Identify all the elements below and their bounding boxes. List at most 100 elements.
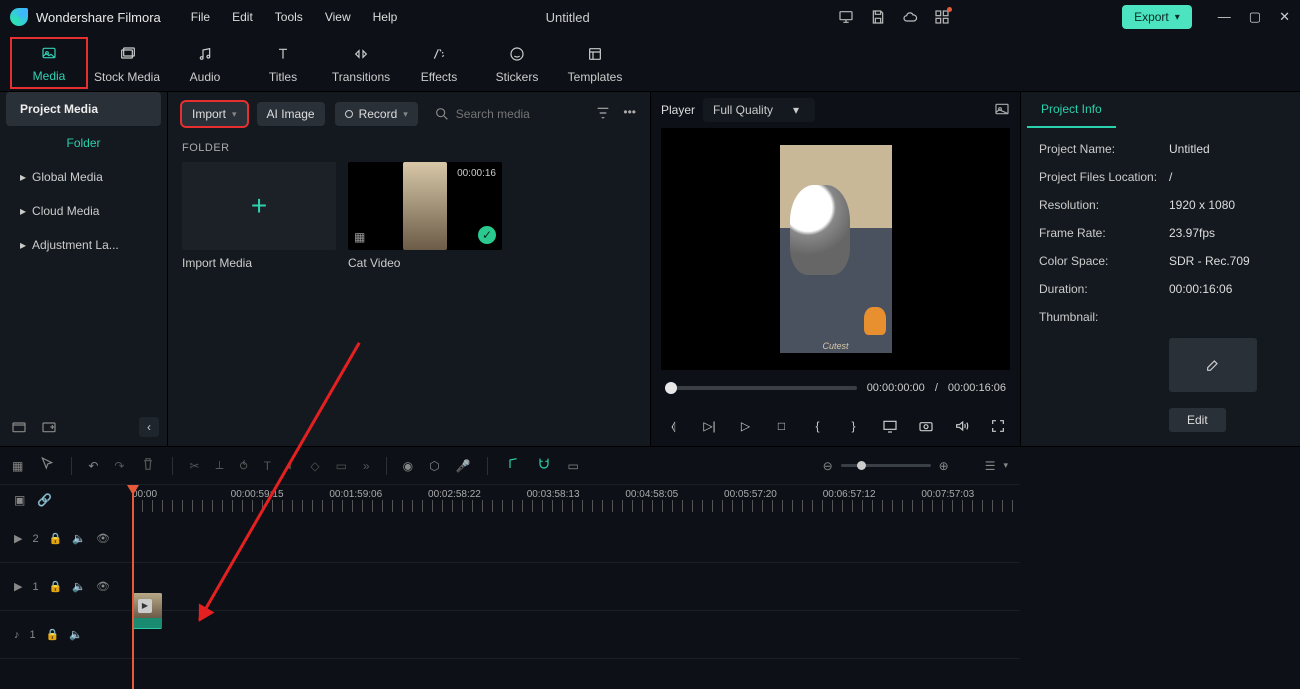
- delete-button[interactable]: [140, 456, 156, 475]
- zoom-in-button[interactable]: ⊕: [939, 459, 949, 473]
- record-dot-icon: [345, 110, 353, 118]
- mark-out-button[interactable]: }: [845, 419, 863, 433]
- zoom-out-button[interactable]: ⊖: [823, 459, 833, 473]
- quality-dropdown[interactable]: Full Quality▾: [703, 98, 815, 122]
- mute-icon[interactable]: 🔈: [72, 532, 86, 545]
- audio-mix-icon[interactable]: [504, 456, 520, 475]
- thumbnail-edit-button[interactable]: [1169, 338, 1257, 392]
- eye-icon[interactable]: 👁: [96, 532, 110, 545]
- render-icon[interactable]: ◉: [403, 459, 413, 473]
- tab-stickers[interactable]: Stickers: [478, 42, 556, 84]
- eye-icon[interactable]: 👁: [96, 580, 110, 593]
- lock-icon[interactable]: 🔒: [46, 628, 60, 641]
- display-icon[interactable]: [881, 418, 899, 434]
- collapse-sidebar-button[interactable]: ‹: [139, 417, 159, 437]
- track-layers-icon[interactable]: ▣: [14, 493, 25, 507]
- text-icon[interactable]: T: [264, 459, 271, 473]
- total-time: 00:00:16:06: [948, 382, 1006, 394]
- split-icon[interactable]: ✂: [189, 459, 199, 473]
- tab-effects[interactable]: Effects: [400, 42, 478, 84]
- project-info-tab[interactable]: Project Info: [1027, 92, 1116, 128]
- minimize-button[interactable]: —: [1218, 9, 1231, 25]
- sidebar-folder[interactable]: Folder: [0, 126, 167, 160]
- filter-icon[interactable]: [595, 105, 611, 124]
- seek-knob[interactable]: [665, 382, 677, 394]
- tab-stock-media[interactable]: Stock Media: [88, 42, 166, 84]
- mute-icon[interactable]: 🔈: [72, 580, 86, 593]
- undo-button[interactable]: ↶: [88, 459, 98, 473]
- redo-button[interactable]: ↷: [114, 459, 124, 473]
- sidebar-cloud-media[interactable]: ▸Cloud Media: [0, 194, 167, 228]
- pointer-icon[interactable]: [39, 456, 55, 475]
- crop-icon[interactable]: ⟂: [216, 458, 224, 473]
- tab-media[interactable]: Media: [10, 37, 88, 89]
- stop-button[interactable]: □: [773, 419, 791, 433]
- export-button[interactable]: Export▾: [1122, 5, 1192, 29]
- maximize-button[interactable]: ▢: [1249, 9, 1261, 25]
- track-header-v2[interactable]: ▶2🔒🔈👁: [0, 532, 132, 545]
- mask-icon[interactable]: ▭: [336, 459, 347, 473]
- snapshot-icon[interactable]: [994, 101, 1010, 120]
- step-back-button[interactable]: ▷|: [701, 419, 719, 433]
- track-header-a1[interactable]: ♪1🔒🔈: [0, 628, 132, 641]
- tab-audio[interactable]: Audio: [166, 42, 244, 84]
- chevron-down-icon: ▾: [403, 109, 408, 120]
- new-bin-icon[interactable]: [38, 416, 60, 438]
- zoom-slider[interactable]: [841, 464, 931, 467]
- edit-button[interactable]: Edit: [1169, 408, 1226, 432]
- search-media[interactable]: [434, 106, 576, 122]
- marker-icon[interactable]: ⬡: [429, 459, 439, 473]
- timeline-ruler[interactable]: 00:00 00:00:59:15 00:01:59:06 00:02:58:2…: [132, 485, 1020, 515]
- camera-icon[interactable]: [917, 418, 935, 434]
- storyboard-icon[interactable]: ▦: [354, 230, 365, 244]
- speed-icon[interactable]: ⥀: [240, 459, 248, 473]
- sidebar-adjustment-layer[interactable]: ▸Adjustment La...: [0, 228, 167, 262]
- import-button[interactable]: Import▾: [182, 102, 247, 126]
- keyframe-icon[interactable]: ◇: [310, 459, 319, 473]
- color-icon[interactable]: ◐: [287, 459, 294, 473]
- save-icon[interactable]: [870, 9, 886, 25]
- menu-file[interactable]: File: [191, 10, 210, 24]
- lock-icon[interactable]: 🔒: [49, 532, 63, 545]
- volume-icon[interactable]: [953, 418, 971, 434]
- mute-icon[interactable]: 🔈: [69, 628, 83, 641]
- menu-edit[interactable]: Edit: [232, 10, 253, 24]
- titlebar: Wondershare Filmora File Edit Tools View…: [0, 0, 1300, 34]
- more-icon[interactable]: •••: [623, 105, 636, 124]
- search-input[interactable]: [456, 107, 576, 121]
- link-icon[interactable]: 🔗: [37, 493, 52, 507]
- grid-icon[interactable]: ▦: [12, 459, 23, 473]
- seek-slider[interactable]: [665, 386, 857, 390]
- media-clip-tile[interactable]: 00:00:16 ▦ ✓ Cat Video: [348, 162, 502, 270]
- current-time: 00:00:00:00: [867, 382, 925, 394]
- ai-image-button[interactable]: AI Image: [257, 102, 325, 126]
- tab-titles[interactable]: Titles: [244, 42, 322, 84]
- track-header-v1[interactable]: ▶1🔒🔈👁: [0, 580, 132, 593]
- monitor-icon[interactable]: [838, 9, 854, 25]
- cloud-icon[interactable]: [902, 9, 918, 25]
- close-button[interactable]: ✕: [1279, 9, 1290, 25]
- track-view-icon[interactable]: ☰: [985, 459, 996, 473]
- voiceover-icon[interactable]: 🎤: [456, 459, 471, 473]
- fullscreen-icon[interactable]: [989, 418, 1007, 434]
- new-folder-icon[interactable]: [8, 416, 30, 438]
- chevron-down-icon[interactable]: ▾: [1003, 460, 1008, 471]
- playhead[interactable]: [132, 485, 134, 689]
- play-button[interactable]: ▷: [737, 419, 755, 433]
- prev-frame-button[interactable]: ⦉: [665, 419, 683, 434]
- tab-transitions[interactable]: Transitions: [322, 42, 400, 84]
- sidebar-project-media[interactable]: Project Media: [6, 92, 161, 126]
- magnet-icon[interactable]: [536, 456, 552, 475]
- resolution-value: 1920 x 1080: [1169, 198, 1235, 212]
- frame-icon[interactable]: ▭: [568, 459, 579, 473]
- preview-viewport[interactable]: Cutest: [661, 128, 1010, 370]
- import-media-tile[interactable]: + Import Media: [182, 162, 336, 270]
- more-tools-icon[interactable]: »: [363, 459, 370, 473]
- sidebar-global-media[interactable]: ▸Global Media: [0, 160, 167, 194]
- timeline-clip[interactable]: ▶: [132, 593, 162, 629]
- lock-icon[interactable]: 🔒: [49, 580, 63, 593]
- record-button[interactable]: Record▾: [335, 102, 418, 126]
- apps-icon[interactable]: [934, 9, 950, 25]
- tab-templates[interactable]: Templates: [556, 42, 634, 84]
- mark-in-button[interactable]: {: [809, 419, 827, 433]
